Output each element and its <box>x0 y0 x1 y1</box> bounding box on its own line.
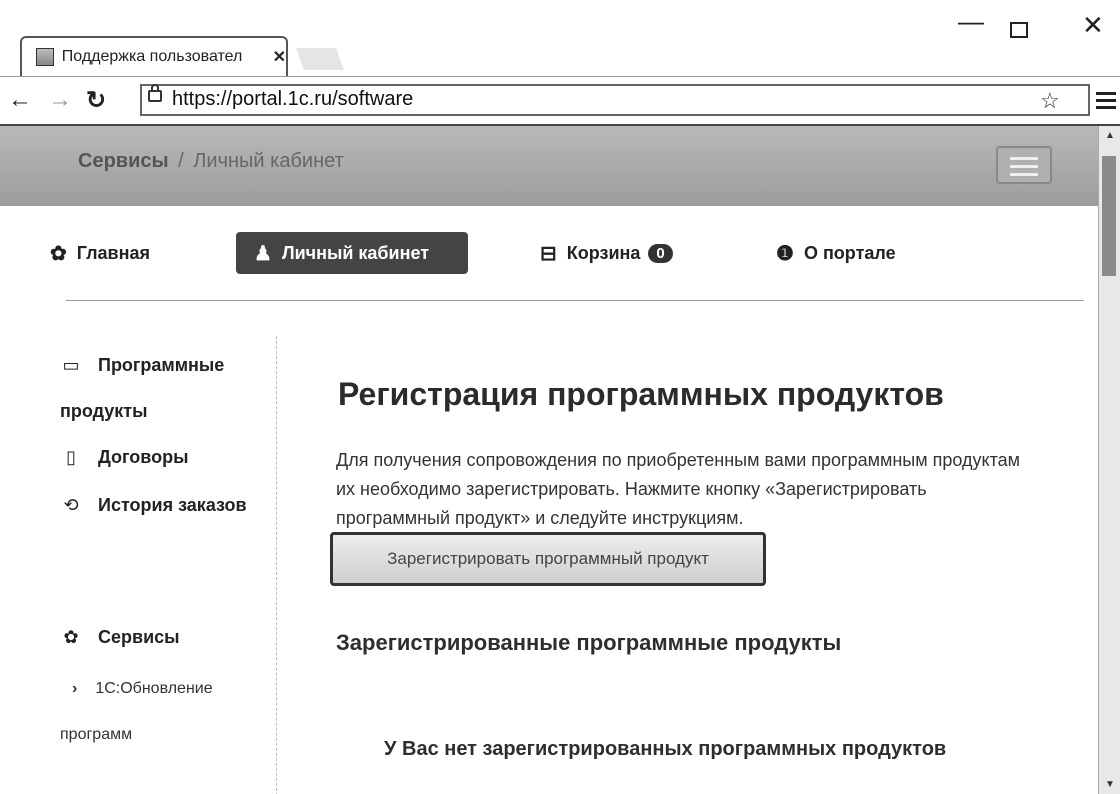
page-viewport: Сервисы / Личный кабинет ✿ Главная ♟ Лич… <box>0 126 1098 794</box>
breadcrumb-services[interactable]: Сервисы <box>78 150 169 172</box>
nav-cabinet-label: Личный кабинет <box>281 242 430 263</box>
hamburger-menu-button[interactable] <box>996 146 1052 184</box>
chevron-right-icon: › <box>72 680 78 697</box>
file-icon: ▯ <box>66 447 76 467</box>
nav-divider <box>66 300 1084 301</box>
nav-home-label: Главная <box>76 242 150 263</box>
breadcrumb-current[interactable]: Личный кабинет <box>193 150 343 172</box>
history-icon: ⟲ <box>63 495 79 515</box>
minimize-icon[interactable]: — <box>958 6 984 37</box>
favicon-icon <box>36 48 54 66</box>
url-path: /software <box>332 88 414 110</box>
registered-products-heading: Зарегистрированные программные продукты <box>336 630 842 655</box>
empty-state-message: У Вас нет зарегистрированных программных… <box>384 738 947 760</box>
cart-count-badge: 0 <box>648 243 673 263</box>
sidebar-item-services[interactable]: ✿ Сервисы <box>60 614 180 660</box>
info-icon: ❶ <box>776 242 794 265</box>
main-nav: ✿ Главная ♟ Личный кабинет ⊟ Корзина 0 ❶… <box>0 224 1098 280</box>
maximize-icon[interactable] <box>1010 22 1028 38</box>
browser-toolbar: ← → ↻ https://portal.1c.ru/software ☆ <box>0 78 1120 126</box>
sidebar-item-history[interactable]: ⟲ История заказов <box>60 482 270 528</box>
laptop-icon: ▭ <box>62 355 80 375</box>
sidebar-separator <box>276 336 277 794</box>
gear-flower-icon: ✿ <box>63 627 79 647</box>
browser-tab[interactable]: Поддержка пользовател ✕ <box>20 36 288 76</box>
nav-home[interactable]: ✿ Главная <box>50 232 150 274</box>
header-banner: Сервисы / Личный кабинет <box>0 126 1098 206</box>
url-host: portal.1c.ru <box>232 88 333 110</box>
user-icon: ♟ <box>254 242 272 265</box>
page-description: Для получения сопровождения по приобрете… <box>336 450 1020 528</box>
sidebar-update-label: 1С:Обновление программ <box>60 680 213 743</box>
nav-cabinet[interactable]: ♟ Личный кабинет <box>236 232 468 274</box>
sidebar-subitem-update[interactable]: › 1С:Обновление программ <box>60 666 270 758</box>
breadcrumb: Сервисы / Личный кабинет <box>78 150 344 173</box>
sidebar: ▭ Программные продукты ▯ Договоры ⟲ История… <box>0 336 276 794</box>
tab-title: Поддержка пользовател <box>61 48 243 65</box>
new-tab-button[interactable] <box>295 48 345 70</box>
scroll-thumb[interactable] <box>1102 156 1116 276</box>
tab-close-icon[interactable]: ✕ <box>273 47 286 67</box>
sidebar-history-label: История заказов <box>98 495 247 515</box>
sidebar-contracts-label: Договоры <box>98 447 189 467</box>
nav-about-label: О портале <box>803 242 896 263</box>
sidebar-products-label: Программные продукты <box>60 355 225 421</box>
lock-icon <box>148 84 162 102</box>
forward-icon[interactable]: → <box>48 86 72 114</box>
nav-cart[interactable]: ⊟ Корзина 0 <box>540 232 673 274</box>
register-product-button[interactable]: Зарегистрировать программный продукт <box>330 532 766 586</box>
cart-icon: ⊟ <box>540 242 557 265</box>
browser-titlebar: Поддержка пользовател ✕ — ✕ <box>0 0 1120 77</box>
nav-about[interactable]: ❶ О портале <box>776 232 896 274</box>
gear-flower-icon: ✿ <box>50 242 67 265</box>
page-title: Регистрация программных продуктов <box>338 376 944 412</box>
sidebar-item-products[interactable]: ▭ Программные продукты <box>60 342 270 434</box>
scroll-up-icon[interactable]: ▲ <box>1105 130 1115 141</box>
breadcrumb-separator: / <box>178 150 184 172</box>
scroll-down-icon[interactable]: ▼ <box>1105 779 1115 790</box>
close-window-icon[interactable]: ✕ <box>1082 10 1104 41</box>
reload-icon[interactable]: ↻ <box>86 86 106 115</box>
nav-cart-label: Корзина <box>566 242 641 263</box>
sidebar-services-label: Сервисы <box>98 627 180 647</box>
browser-menu-icon[interactable] <box>1096 92 1116 113</box>
sidebar-item-contracts[interactable]: ▯ Договоры <box>60 434 188 480</box>
page-scrollbar[interactable]: ▲ ▼ <box>1098 126 1120 794</box>
url-scheme: https:// <box>172 88 233 110</box>
bookmark-star-icon[interactable]: ☆ <box>1040 88 1060 114</box>
back-icon[interactable]: ← <box>8 86 32 114</box>
address-url[interactable]: https://portal.1c.ru/software <box>172 88 413 111</box>
